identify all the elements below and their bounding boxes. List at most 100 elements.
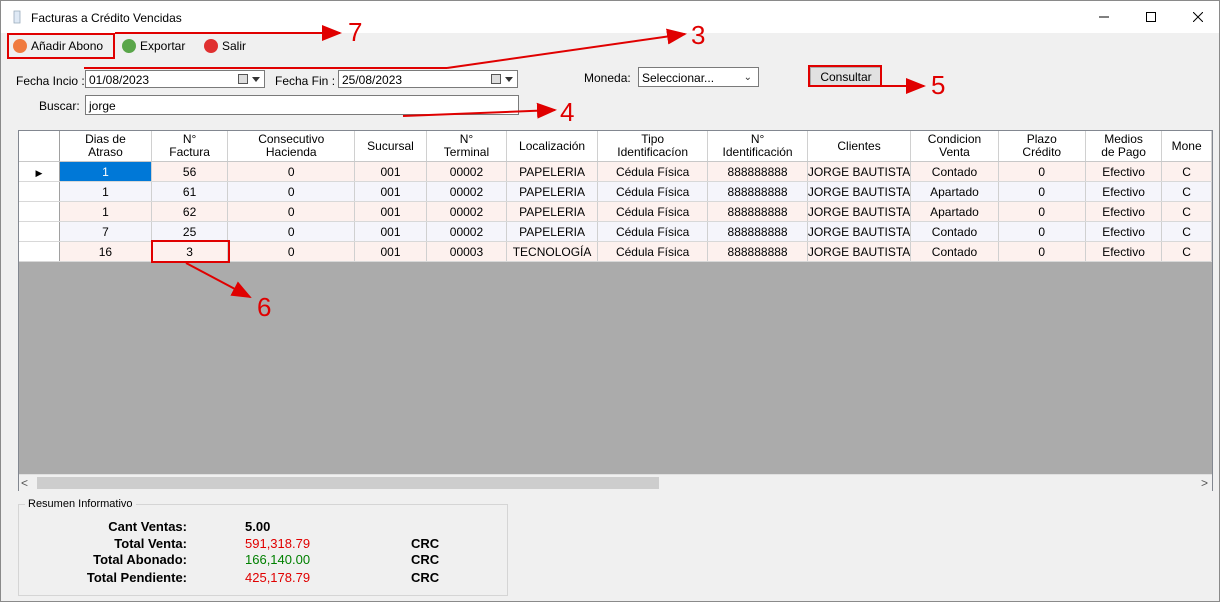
invoices-grid[interactable]: Dias de Atraso N° Factura Consecutivo Haci… xyxy=(18,130,1213,491)
table-cell[interactable]: 56 xyxy=(151,161,229,182)
table-cell[interactable]: TECNOLOGÍA xyxy=(506,241,598,262)
table-cell[interactable]: JORGE BAUTISTA xyxy=(807,181,912,202)
column-header[interactable]: N° Identificación xyxy=(707,131,808,162)
table-cell[interactable]: Cédula Física xyxy=(597,201,709,222)
column-header[interactable]: N° Factura xyxy=(151,131,229,162)
row-header[interactable] xyxy=(19,221,60,242)
column-header[interactable]: Condicion Venta xyxy=(910,131,999,162)
table-row[interactable]: ▶ 1 56 0 001 00002 PAPELERIA Cédula Física 88888… xyxy=(19,161,1212,182)
table-cell[interactable]: 1 xyxy=(59,161,152,182)
table-cell[interactable]: Cédula Física xyxy=(597,221,709,242)
table-cell[interactable]: 888888888 xyxy=(707,181,808,202)
table-cell[interactable]: 61 xyxy=(151,181,229,202)
table-cell[interactable]: Efectivo xyxy=(1085,201,1163,222)
table-cell[interactable]: C xyxy=(1161,181,1212,202)
row-header[interactable] xyxy=(19,241,60,262)
column-header[interactable]: Mone xyxy=(1161,131,1212,162)
exit-button[interactable]: Salir xyxy=(204,36,246,56)
table-cell[interactable]: JORGE BAUTISTA xyxy=(807,201,912,222)
table-cell[interactable]: 001 xyxy=(354,221,427,242)
table-cell[interactable]: Efectivo xyxy=(1085,241,1163,262)
row-header[interactable]: ▶ xyxy=(19,161,60,182)
table-cell[interactable]: 001 xyxy=(354,241,427,262)
table-cell[interactable]: 16 xyxy=(59,241,152,262)
table-cell[interactable]: Cédula Física xyxy=(597,181,709,202)
table-row[interactable]: 1 62 0 001 00002 PAPELERIA Cédula Física 888888… xyxy=(19,201,1212,222)
currency-select[interactable]: Seleccionar... ⌄ xyxy=(638,67,759,87)
table-cell[interactable]: 00002 xyxy=(426,161,508,182)
column-header[interactable]: Dias de Atraso xyxy=(59,131,152,162)
table-cell[interactable]: C xyxy=(1161,161,1212,182)
table-cell[interactable]: Efectivo xyxy=(1085,161,1163,182)
minimize-button[interactable] xyxy=(1081,1,1127,33)
table-cell[interactable]: JORGE BAUTISTA xyxy=(807,221,912,242)
scrollbar-thumb[interactable] xyxy=(37,477,659,489)
table-cell[interactable]: 0 xyxy=(227,201,356,222)
table-cell[interactable]: PAPELERIA xyxy=(506,161,598,182)
scroll-left-icon[interactable]: < xyxy=(21,476,28,490)
row-header[interactable] xyxy=(19,201,60,222)
table-row[interactable]: 7 25 0 001 00002 PAPELERIA Cédula Física 888888… xyxy=(19,221,1212,242)
search-input[interactable]: jorge xyxy=(85,95,519,115)
column-header[interactable]: Tipo Identificacíon xyxy=(597,131,709,162)
table-cell[interactable]: C xyxy=(1161,201,1212,222)
table-cell[interactable]: 001 xyxy=(354,181,427,202)
table-cell[interactable]: JORGE BAUTISTA xyxy=(807,241,912,262)
column-header[interactable]: Localización xyxy=(506,131,598,162)
row-header[interactable] xyxy=(19,181,60,202)
horizontal-scrollbar[interactable]: < > xyxy=(19,474,1212,491)
table-cell[interactable]: 888888888 xyxy=(707,201,808,222)
table-cell[interactable]: Contado xyxy=(910,221,999,242)
table-cell[interactable]: 1 xyxy=(59,201,152,222)
table-cell[interactable]: Cédula Física xyxy=(597,241,709,262)
table-cell[interactable]: PAPELERIA xyxy=(506,221,598,242)
table-cell[interactable]: 62 xyxy=(151,201,229,222)
table-cell[interactable]: 001 xyxy=(354,201,427,222)
table-cell[interactable]: JORGE BAUTISTA xyxy=(807,161,912,182)
column-header[interactable]: Consecutivo Hacienda xyxy=(227,131,356,162)
table-cell[interactable]: 7 xyxy=(59,221,152,242)
table-cell[interactable]: C xyxy=(1161,221,1212,242)
table-cell[interactable]: Efectivo xyxy=(1085,181,1163,202)
maximize-button[interactable] xyxy=(1128,1,1174,33)
table-cell[interactable]: Contado xyxy=(910,241,999,262)
table-cell[interactable]: 888888888 xyxy=(707,221,808,242)
column-header[interactable]: Sucursal xyxy=(354,131,427,162)
table-cell[interactable]: 25 xyxy=(151,221,229,242)
table-cell[interactable]: Apartado xyxy=(910,201,999,222)
table-cell[interactable]: 0 xyxy=(227,221,356,242)
table-cell[interactable]: 0 xyxy=(227,181,356,202)
column-header[interactable]: N° Terminal xyxy=(426,131,508,162)
end-date-picker[interactable]: 25/08/2023 xyxy=(338,70,518,88)
table-cell[interactable]: 0 xyxy=(998,241,1086,262)
table-cell[interactable]: 0 xyxy=(998,201,1086,222)
table-cell[interactable]: Efectivo xyxy=(1085,221,1163,242)
table-cell[interactable]: 888888888 xyxy=(707,161,808,182)
column-header[interactable]: Plazo Crédito xyxy=(998,131,1086,162)
table-cell[interactable]: 00003 xyxy=(426,241,508,262)
table-cell[interactable]: C xyxy=(1161,241,1212,262)
start-date-picker[interactable]: 01/08/2023 xyxy=(85,70,265,88)
scroll-right-icon[interactable]: > xyxy=(1201,476,1208,490)
table-cell[interactable]: 888888888 xyxy=(707,241,808,262)
table-cell[interactable]: 0 xyxy=(227,161,356,182)
table-row[interactable]: 1 61 0 001 00002 PAPELERIA Cédula Física 888888… xyxy=(19,181,1212,202)
table-cell[interactable]: Cédula Física xyxy=(597,161,709,182)
table-cell[interactable]: 0 xyxy=(998,161,1086,182)
table-cell[interactable]: Apartado xyxy=(910,181,999,202)
table-cell[interactable]: 0 xyxy=(227,241,356,262)
column-header[interactable]: Medios de Pago xyxy=(1085,131,1163,162)
table-cell[interactable]: PAPELERIA xyxy=(506,181,598,202)
table-cell[interactable]: 00002 xyxy=(426,181,508,202)
export-button[interactable]: Exportar xyxy=(122,36,185,56)
table-cell[interactable]: PAPELERIA xyxy=(506,201,598,222)
table-cell[interactable]: Contado xyxy=(910,161,999,182)
table-cell[interactable]: 00002 xyxy=(426,221,508,242)
table-cell[interactable]: 001 xyxy=(354,161,427,182)
close-button[interactable] xyxy=(1175,1,1220,33)
table-cell[interactable]: 1 xyxy=(59,181,152,202)
table-cell[interactable]: 0 xyxy=(998,181,1086,202)
table-cell[interactable]: 0 xyxy=(998,221,1086,242)
table-cell[interactable]: 00002 xyxy=(426,201,508,222)
column-header[interactable]: Clientes xyxy=(807,131,912,162)
